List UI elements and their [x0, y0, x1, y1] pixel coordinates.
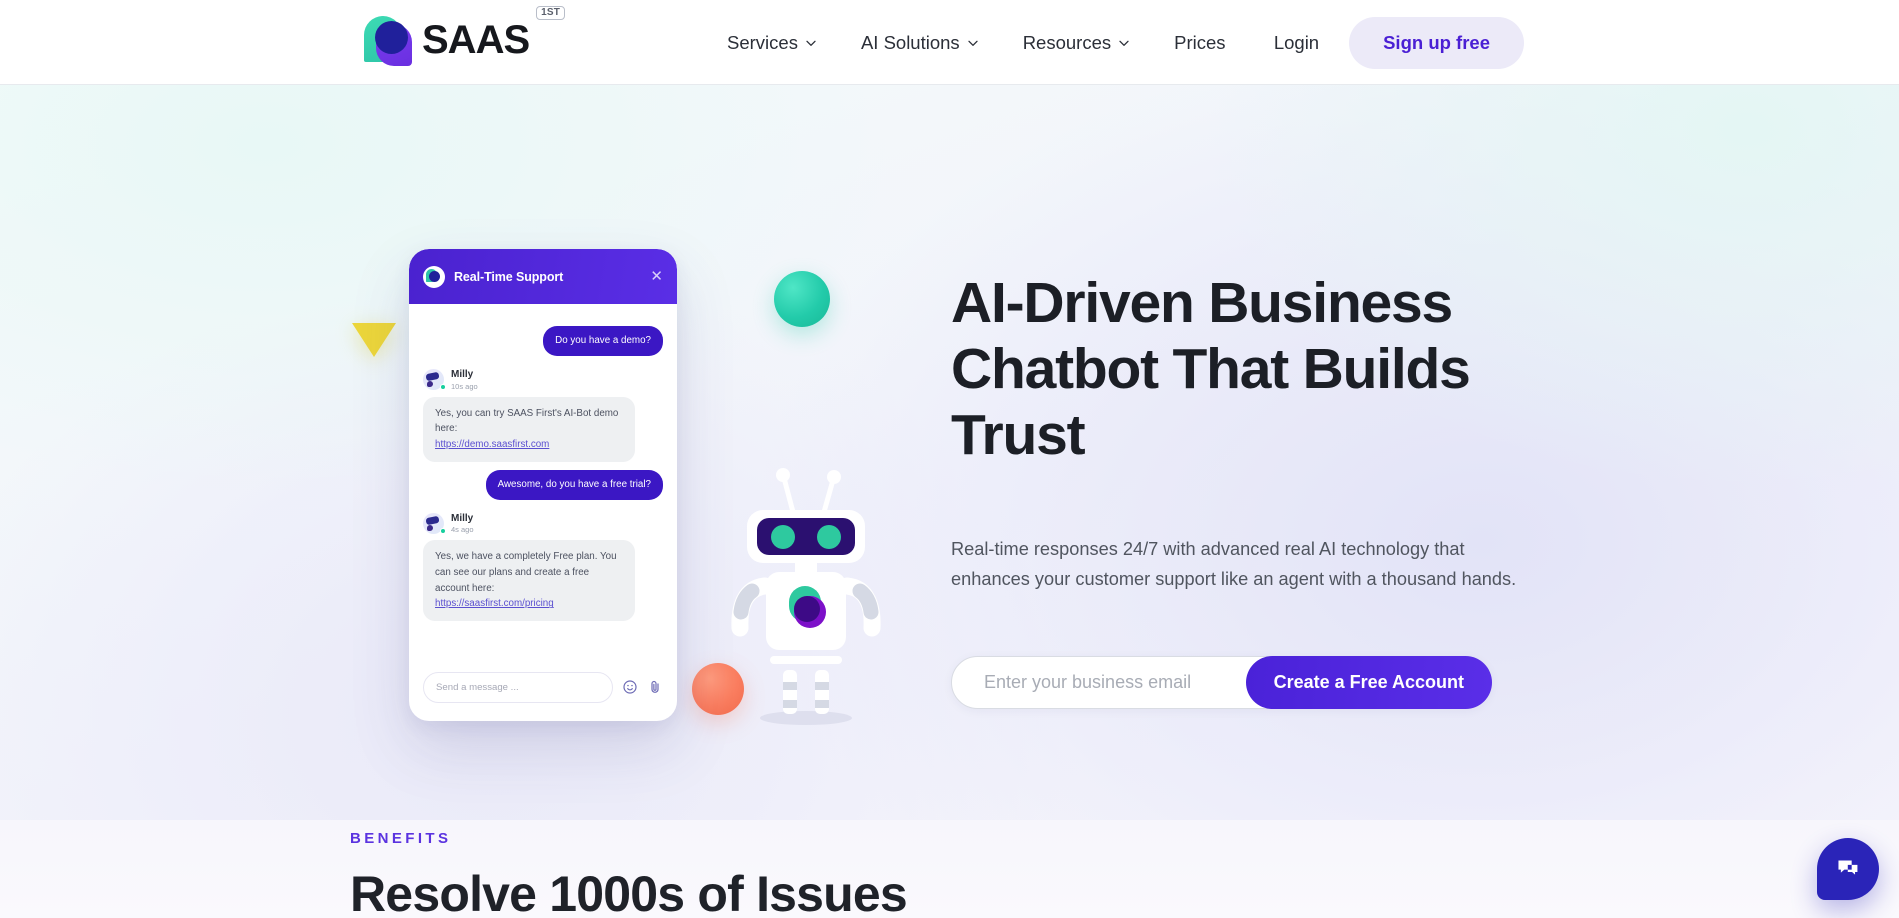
benefits-title: Resolve 1000s of Issues [350, 866, 908, 918]
nav-label: AI Solutions [860, 31, 960, 53]
chevron-down-icon [1119, 40, 1129, 46]
main-navigation: Services AI Solutions Resources Prices [727, 0, 1226, 85]
nav-item-prices[interactable]: Prices [1174, 32, 1225, 54]
chat-message-user: Do you have a demo? [543, 326, 663, 357]
site-header: SAAS 1ST Services AI Solutions Resources … [0, 0, 1899, 85]
chat-bot-link[interactable]: https://saasfirst.com/pricing [435, 598, 554, 609]
signup-form: Create a Free Account [951, 656, 1492, 709]
brand-name: SAAS 1ST [422, 6, 566, 62]
hero-section: Real-Time Support ✕ Do you have a demo? … [0, 85, 1899, 820]
chat-message-input[interactable]: Send a message ... [423, 671, 613, 703]
hero-subtitle: Real-time responses 24/7 with advanced r… [951, 539, 1517, 589]
saas-first-logo-icon [364, 14, 416, 66]
brand-wordmark: SAAS [422, 18, 530, 62]
benefits-section: BENEFITS Resolve 1000s of Issues [0, 820, 1899, 918]
nav-label: Services [727, 31, 798, 53]
avatar [423, 369, 446, 391]
chat-message-bot: Yes, we have a completely Free plan. You… [423, 540, 635, 622]
email-input[interactable] [952, 672, 1246, 693]
chat-mockup-title: Real-Time Support [454, 269, 564, 284]
nav-label: Resources [1022, 31, 1112, 53]
benefits-kicker: BENEFITS [350, 830, 452, 847]
chat-bot-link[interactable]: https://demo.saasfirst.com [435, 439, 549, 450]
chat-widget-button[interactable] [1817, 838, 1879, 900]
chat-message-bot: Yes, you can try SAAS First's AI-Bot dem… [423, 396, 635, 462]
chat-author-name: Milly [451, 369, 474, 381]
chat-author-name: Milly [451, 512, 474, 524]
nav-item-services[interactable]: Services [727, 32, 817, 54]
chat-mockup-window: Real-Time Support ✕ Do you have a demo? … [409, 249, 677, 721]
header-actions: Login Sign up free [1274, 0, 1899, 85]
chat-bubble-icon [1838, 860, 1858, 875]
chat-bot-text: Yes, you can try SAAS First's AI-Bot dem… [435, 407, 619, 435]
brand-logo[interactable]: SAAS 1ST [364, 6, 566, 66]
chat-bot-text: Yes, we have a completely Free plan. You… [435, 551, 617, 594]
chevron-down-icon [968, 40, 978, 46]
login-link[interactable]: Login [1274, 32, 1319, 54]
chat-message-user: Awesome, do you have a free trial? [485, 469, 663, 500]
nav-item-resources[interactable]: Resources [1023, 32, 1130, 54]
chat-mockup-composer: Send a message ... [409, 663, 677, 721]
chat-timestamp: 10s ago [451, 381, 478, 391]
robot-mascot-icon [731, 468, 881, 725]
nav-item-ai-solutions[interactable]: AI Solutions [861, 32, 979, 54]
emoji-smile-icon[interactable] [622, 679, 638, 695]
chevron-down-icon [806, 40, 816, 46]
brand-superscript: 1ST [536, 6, 566, 20]
yellow-triangle-decoration [352, 323, 396, 357]
nav-label: Prices [1174, 31, 1226, 53]
chat-mockup-header: Real-Time Support ✕ [409, 249, 677, 304]
hero-title: AI-Driven Business Chatbot That Builds T… [951, 271, 1471, 468]
avatar [423, 513, 446, 535]
chat-message-author: Milly 10s ago [423, 369, 663, 391]
close-icon[interactable]: ✕ [650, 269, 663, 284]
signup-free-button[interactable]: Sign up free [1349, 16, 1524, 69]
create-free-account-button[interactable]: Create a Free Account [1245, 656, 1492, 709]
chat-brand-icon [423, 265, 445, 288]
teal-circle-decoration [774, 271, 830, 327]
paperclip-icon[interactable] [647, 679, 663, 695]
chat-mockup-messages: Do you have a demo? Milly 10s ago Yes, y… [409, 304, 677, 663]
chat-timestamp: 4s ago [451, 525, 474, 535]
chat-message-author: Milly 4s ago [423, 512, 663, 535]
